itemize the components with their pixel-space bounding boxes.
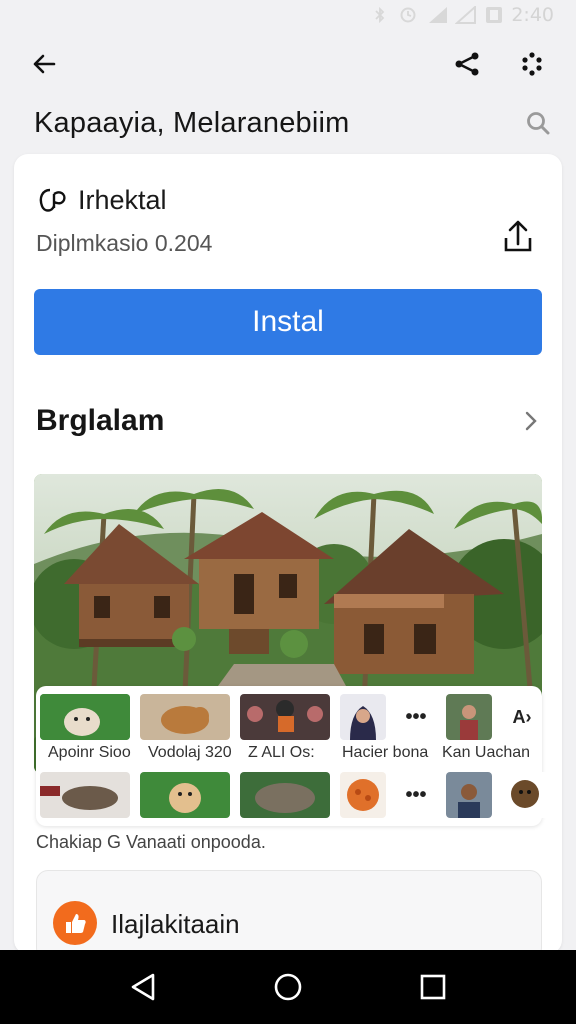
install-button[interactable]: Instal <box>34 289 542 355</box>
nav-back-button[interactable] <box>118 962 168 1012</box>
thumb-label-2: Vodolaj 320 <box>148 744 232 761</box>
battery-icon <box>483 6 503 24</box>
thumbnail-woman[interactable] <box>340 694 386 740</box>
page-title: Kapaayia, Melaranebiim <box>34 106 350 139</box>
app-logo-icon <box>39 188 66 212</box>
thumbnail-puppy[interactable] <box>140 772 230 818</box>
app-subtitle: Diplmkasio 0.204 <box>36 230 213 256</box>
thumb-label-3: Z ALI Os: <box>248 744 315 761</box>
thumbnail-mouse[interactable] <box>40 772 130 818</box>
nav-back-icon <box>131 973 154 1001</box>
thumbnail-market[interactable] <box>240 694 330 740</box>
more-thumbnails-2-icon[interactable]: ••• <box>396 772 436 818</box>
app-name-row: Irhektal <box>36 184 167 216</box>
thumb-label-1: Apoinr Sioo <box>48 744 131 761</box>
nav-recents-icon <box>421 974 446 1000</box>
thumbnail-food[interactable] <box>340 772 386 818</box>
signal-icon <box>427 6 448 24</box>
thumbnail-person[interactable] <box>446 694 492 740</box>
translate-icon[interactable]: A› <box>502 694 542 740</box>
nav-home-icon <box>274 973 302 1001</box>
chevron-right-icon <box>516 406 546 436</box>
alarm-icon <box>399 6 417 24</box>
upload-icon <box>504 220 532 252</box>
thumb-label-5: Kan Uachan <box>442 744 531 761</box>
nav-recents-button[interactable] <box>408 962 458 1012</box>
search-button[interactable] <box>522 107 554 139</box>
clock: 2:40 <box>511 4 554 26</box>
thumbnail-caption: Chakiap G Vanaati onpooda. <box>36 832 266 852</box>
more-dots-icon <box>522 52 542 76</box>
more-thumbnails-icon[interactable]: ••• <box>396 694 436 740</box>
share-button[interactable] <box>448 44 488 84</box>
thumbnail-row-1: ••• A› <box>40 694 542 740</box>
thumb-label-4: Hacier bona <box>342 744 429 761</box>
thumbnail-dog[interactable] <box>40 694 130 740</box>
related-app-title: Ilajlakitaain <box>111 909 240 939</box>
back-arrow-icon <box>33 54 56 74</box>
back-button[interactable] <box>24 44 64 84</box>
thumbnail-strip: ••• A› Apoinr Sioo Vodolaj 320 Z ALI Os:… <box>36 686 548 826</box>
title-row: Kapaayia, Melaranebiim <box>34 100 554 146</box>
thumbnail-otter[interactable] <box>240 772 330 818</box>
section-header[interactable]: Brglalam <box>36 404 546 438</box>
section-title: Brglalam <box>36 404 165 437</box>
share-icon <box>455 52 479 76</box>
wifi-signal-icon <box>454 4 477 24</box>
bluetooth-icon <box>371 6 389 24</box>
system-nav-bar <box>0 950 576 1024</box>
thumbnail-man[interactable] <box>446 772 492 818</box>
nav-home-button[interactable] <box>263 962 313 1012</box>
more-button[interactable] <box>512 44 552 84</box>
thumbnail-animal[interactable] <box>502 772 548 818</box>
thumbs-up-icon <box>53 901 97 945</box>
status-bar: 2:40 <box>0 0 576 30</box>
app-bar <box>0 36 576 92</box>
app-name: Irhektal <box>78 184 167 215</box>
thumbnail-cat[interactable] <box>140 694 230 740</box>
thumbnail-row-2: ••• <box>40 772 548 818</box>
related-app-card[interactable]: Ilajlakitaain <box>36 870 542 960</box>
search-icon <box>527 112 550 135</box>
app-detail-card: Irhektal Diplmkasio 0.204 Instal Brglala… <box>14 154 562 960</box>
upload-button[interactable] <box>498 214 538 258</box>
